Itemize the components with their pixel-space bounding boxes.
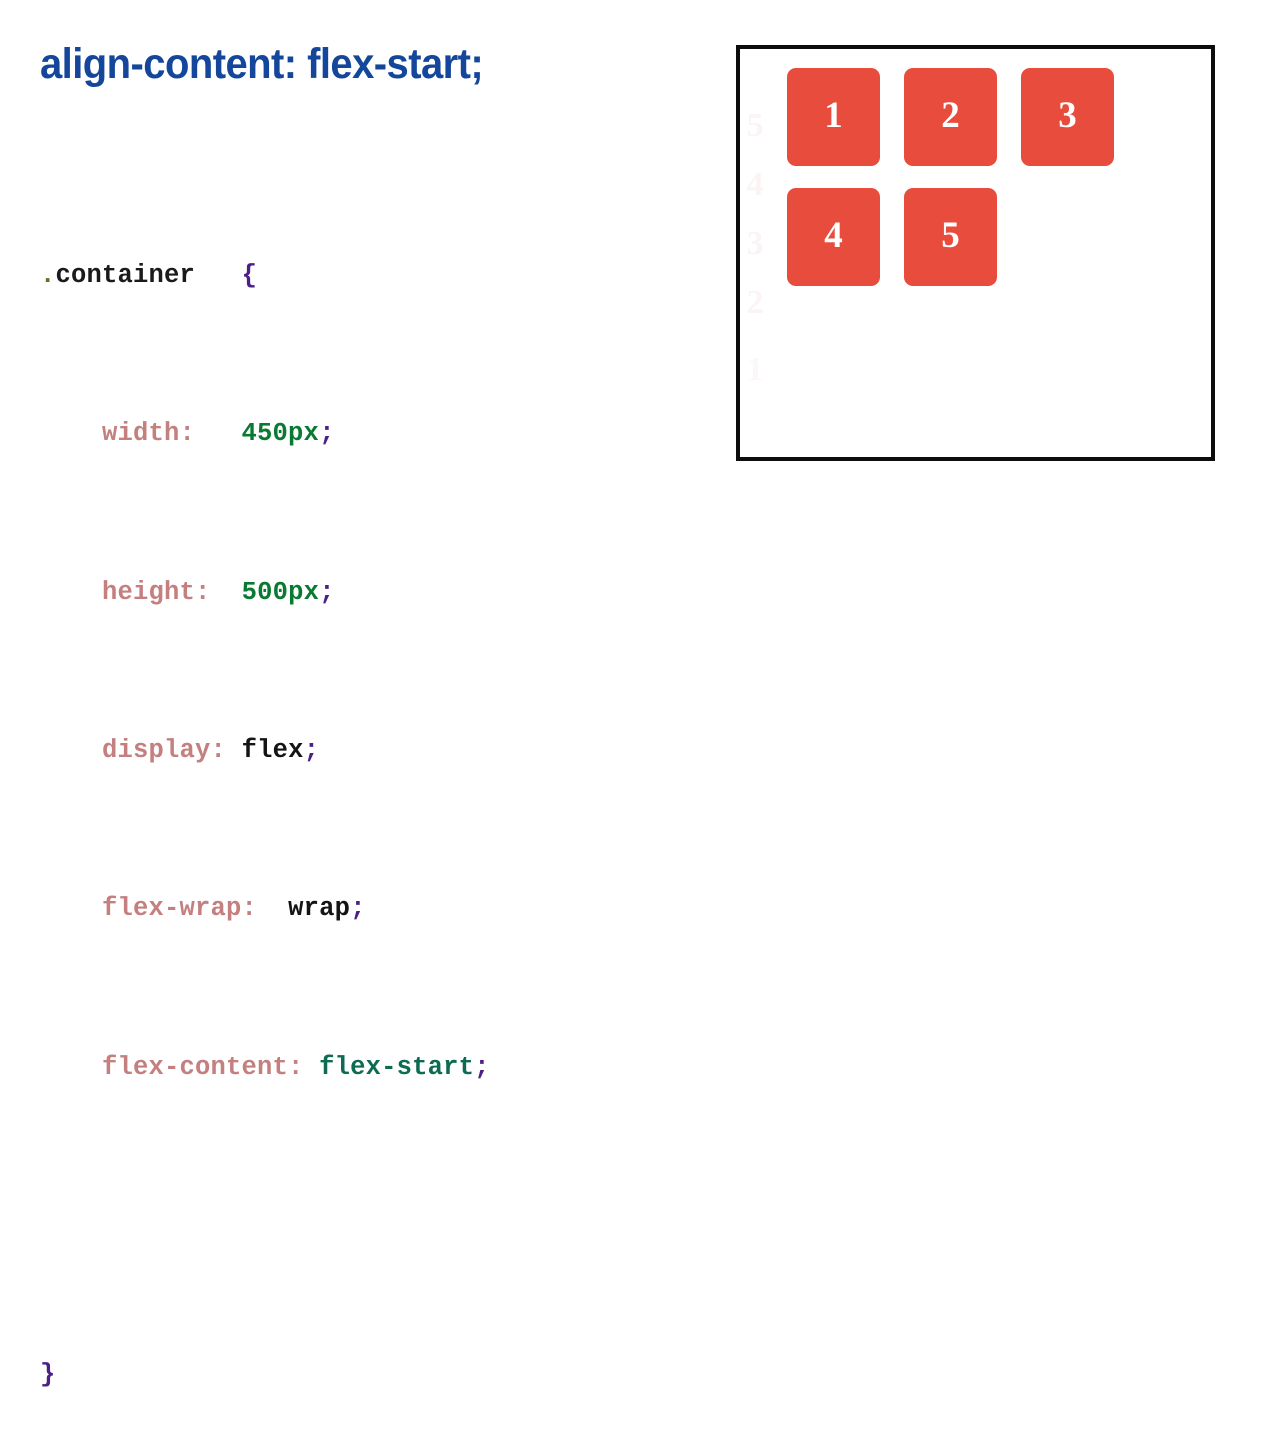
ghost-scale-label: 3 xyxy=(746,225,764,262)
code-line-close-brace: } xyxy=(40,1355,490,1395)
ghost-scale-labels: 5 4 3 2 1 xyxy=(742,101,768,401)
code-token-semicolon: ; xyxy=(350,894,366,924)
code-token-property-display: display: xyxy=(102,735,227,765)
code-token-property-flex-content: flex-content: xyxy=(102,1052,304,1082)
flex-item-2: 2 xyxy=(904,68,997,166)
code-line-selector: .container { xyxy=(40,256,490,296)
code-token-semicolon: ; xyxy=(319,419,335,449)
flex-demo-container: 5 4 3 2 1 1 2 3 4 5 xyxy=(736,45,1215,461)
code-token-indent xyxy=(40,736,102,765)
ghost-scale-label: 1 xyxy=(746,351,764,388)
code-token-value-flex-wrap: wrap xyxy=(288,894,351,924)
code-token-value-height: 500px xyxy=(241,577,320,607)
left-panel: align-content: flex-start; .container { … xyxy=(0,0,700,1389)
ghost-scale-label: 5 xyxy=(746,107,764,144)
code-token-indent xyxy=(40,894,102,923)
css-code-block: .container { width: 450px; height: 500px… xyxy=(40,137,490,1440)
code-line-display: display: flex; xyxy=(40,731,490,771)
code-token-value-width: 450px xyxy=(241,419,320,449)
code-token-indent xyxy=(40,419,102,448)
code-token-semicolon: ; xyxy=(303,735,320,765)
flex-item-1: 1 xyxy=(787,68,880,166)
code-line-width: width: 450px; xyxy=(40,414,490,454)
code-token-property-height: height: xyxy=(102,577,211,607)
code-line-flex-wrap: flex-wrap: wrap; xyxy=(40,889,490,929)
flex-item-4: 4 xyxy=(787,188,880,286)
ghost-scale-label: 2 xyxy=(746,284,764,321)
code-token-close-brace: } xyxy=(40,1359,56,1389)
code-token-property-width: width: xyxy=(102,419,196,449)
flex-item-3: 3 xyxy=(1021,68,1114,166)
code-token-property-flex-wrap: flex-wrap: xyxy=(102,894,258,924)
code-token-open-brace: { xyxy=(241,260,258,290)
code-token-value-flex-content: flex-start xyxy=(319,1052,475,1082)
page-title: align-content: flex-start; xyxy=(40,40,484,88)
code-token-indent xyxy=(40,1053,102,1082)
code-token-value-display: flex xyxy=(241,735,304,765)
code-token-selector: container xyxy=(55,260,196,290)
code-token-dot: . xyxy=(40,260,56,290)
code-token-semicolon: ; xyxy=(319,577,335,607)
code-line-height: height: 500px; xyxy=(40,573,490,613)
ghost-scale-label: 4 xyxy=(746,166,764,203)
code-line-flex-content: flex-content: flex-start; xyxy=(40,1048,490,1088)
flex-items-wrapper: 1 2 3 4 5 xyxy=(787,68,1177,286)
code-token-indent xyxy=(40,578,102,607)
flex-item-5: 5 xyxy=(904,188,997,286)
code-token-semicolon: ; xyxy=(474,1052,490,1082)
